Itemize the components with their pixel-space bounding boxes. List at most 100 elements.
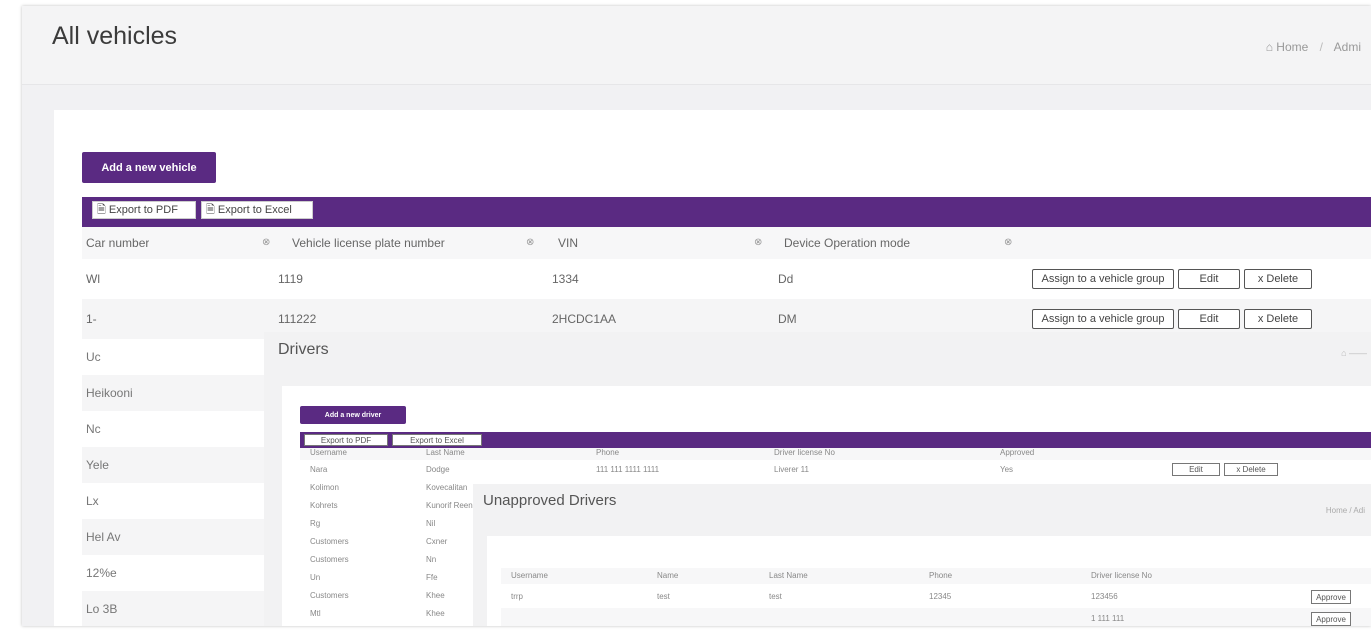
last-name-cell: Ffe: [426, 573, 438, 582]
car-number-cell: 1-: [86, 312, 97, 326]
username-cell: Customers: [310, 591, 349, 600]
approve-button[interactable]: Approve: [1311, 590, 1351, 604]
license-cell: 123456: [1091, 592, 1118, 601]
filter-icon[interactable]: ⊗: [526, 237, 534, 248]
filter-icon[interactable]: ⊗: [1004, 237, 1012, 248]
column-username[interactable]: Username: [310, 448, 347, 457]
last-name-cell: Kunorif Reen: [426, 501, 473, 510]
drivers-breadcrumb: ⌂ ——: [1341, 348, 1367, 358]
column-username[interactable]: Username: [511, 571, 548, 580]
column-car-number[interactable]: Car number: [86, 227, 149, 259]
drivers-table-header: Username Last Name Phone Driver license …: [300, 448, 1371, 460]
list-item: Lx: [86, 494, 99, 508]
last-name-cell: Nil: [426, 519, 436, 528]
breadcrumb: ⌂ Home / Admi: [1266, 40, 1361, 54]
column-plate[interactable]: Vehicle license plate number: [292, 227, 445, 259]
last-name-cell: test: [769, 592, 782, 601]
drivers-toolbar: Export to PDF Export to Excel: [300, 432, 1371, 448]
column-approved[interactable]: Approved: [1000, 448, 1034, 457]
table-row: Nara Dodge 111 111 1111 1111 Liverer 11 …: [300, 461, 1371, 479]
last-name-cell: Kovecalitan: [426, 483, 468, 492]
username-cell: Rg: [310, 519, 321, 528]
export-excel-button[interactable]: 🗎 Export to Excel: [201, 201, 313, 219]
file-excel-icon: 🗎: [206, 203, 215, 216]
phone-cell: 111 111 1111 1111: [596, 465, 660, 474]
list-item: Lo 3B: [82, 591, 272, 626]
list-item: Uc: [86, 350, 101, 364]
vehicles-toolbar: 🗎 Export to PDF 🗎 Export to Excel: [82, 197, 1371, 227]
list-item: Nc: [86, 422, 101, 436]
username-cell: Mtl: [310, 609, 321, 618]
add-driver-button[interactable]: Add a new driver: [300, 406, 406, 424]
column-last-name[interactable]: Last Name: [769, 571, 808, 580]
username-cell: Un: [310, 573, 321, 582]
list-item: Yele: [82, 447, 272, 483]
assign-group-button[interactable]: Assign to a vehicle group: [1032, 269, 1174, 289]
filter-icon[interactable]: ⊗: [754, 237, 762, 248]
file-pdf-icon: 🗎: [97, 203, 106, 216]
license-cell: 1 111 111: [1091, 614, 1125, 623]
last-name-cell: Nn: [426, 555, 437, 564]
filter-icon[interactable]: ⊗: [262, 237, 270, 248]
list-item: Hel Av: [82, 519, 272, 555]
table-row: Wl 1119 1334 Dd Assign to a vehicle grou…: [82, 259, 1371, 299]
name-cell: test: [657, 592, 670, 601]
column-name[interactable]: Name: [657, 571, 678, 580]
page-header: All vehicles ⌂ Home / Admi: [22, 6, 1371, 85]
add-vehicle-button[interactable]: Add a new vehicle: [82, 152, 216, 183]
drivers-left-column: Kolimon Kovecalitan Kohrets Kunorif Reen…: [300, 479, 490, 626]
column-phone[interactable]: Phone: [929, 571, 952, 580]
page-title: All vehicles: [52, 22, 178, 50]
phone-cell: 12345: [929, 592, 952, 601]
column-license[interactable]: Driver license No: [1091, 571, 1152, 580]
vehicles-table-header: Car number ⊗ Vehicle license plate numbe…: [82, 227, 1371, 259]
mode-cell: Dd: [778, 272, 794, 286]
approved-cell: Yes: [1000, 465, 1014, 474]
license-cell: Liverer 11: [774, 465, 809, 474]
car-number-cell: Wl: [86, 272, 100, 286]
last-name-cell: Khee: [426, 609, 445, 618]
edit-button[interactable]: Edit: [1178, 269, 1240, 289]
column-phone[interactable]: Phone: [596, 448, 619, 457]
edit-button[interactable]: Edit: [1178, 309, 1240, 329]
assign-group-button[interactable]: Assign to a vehicle group: [1032, 309, 1174, 329]
list-item: Heikooni: [82, 375, 272, 411]
export-pdf-button[interactable]: Export to PDF: [304, 434, 388, 446]
export-pdf-button[interactable]: 🗎 Export to PDF: [92, 201, 196, 219]
edit-button[interactable]: Edit: [1172, 463, 1220, 476]
breadcrumb-current: Admi: [1333, 40, 1361, 54]
column-license[interactable]: Driver license No: [774, 448, 835, 457]
approve-button[interactable]: Approve: [1311, 612, 1351, 626]
unapproved-table-header: Username Name Last Name Phone Driver lic…: [501, 568, 1371, 584]
unapproved-panel: Unapproved Drivers Home / Adi Username N…: [473, 484, 1371, 626]
export-pdf-label: Export to PDF: [108, 204, 178, 216]
breadcrumb-home[interactable]: Home: [1276, 40, 1308, 54]
last-name-cell: Khee: [426, 591, 445, 600]
unapproved-breadcrumb: Home / Adi: [1325, 506, 1365, 515]
home-icon[interactable]: ⌂: [1266, 40, 1273, 54]
vin-cell: 1334: [552, 272, 579, 286]
column-mode[interactable]: Device Operation mode: [784, 227, 910, 259]
export-pdf-label: Export to PDF: [320, 435, 372, 445]
column-vin[interactable]: VIN: [558, 227, 578, 259]
list-item: 12%e: [86, 566, 117, 580]
username-cell: trrp: [511, 592, 523, 601]
app-frame: All vehicles ⌂ Home / Admi Add a new veh…: [22, 6, 1371, 626]
delete-button[interactable]: x Delete: [1224, 463, 1278, 476]
export-excel-button[interactable]: Export to Excel: [392, 434, 482, 446]
unapproved-card: Username Name Last Name Phone Driver lic…: [487, 536, 1371, 626]
username-cell: Kolimon: [310, 483, 339, 492]
plate-cell: 1119: [278, 272, 303, 286]
table-row: 1 111 111 Approve: [501, 608, 1371, 626]
column-last-name[interactable]: Last Name: [426, 448, 465, 457]
delete-button[interactable]: x Delete: [1244, 269, 1312, 289]
export-excel-label: Export to Excel: [410, 435, 464, 445]
table-row: trrp test test 12345 123456 Approve: [501, 586, 1371, 608]
username-cell: Customers: [310, 555, 349, 564]
last-name-cell: Cxner: [426, 537, 448, 546]
drivers-title: Drivers: [278, 341, 329, 358]
unapproved-title: Unapproved Drivers: [483, 492, 617, 509]
delete-button[interactable]: x Delete: [1244, 309, 1312, 329]
export-excel-label: Export to Excel: [217, 204, 292, 216]
breadcrumb-separator: /: [1319, 40, 1323, 54]
